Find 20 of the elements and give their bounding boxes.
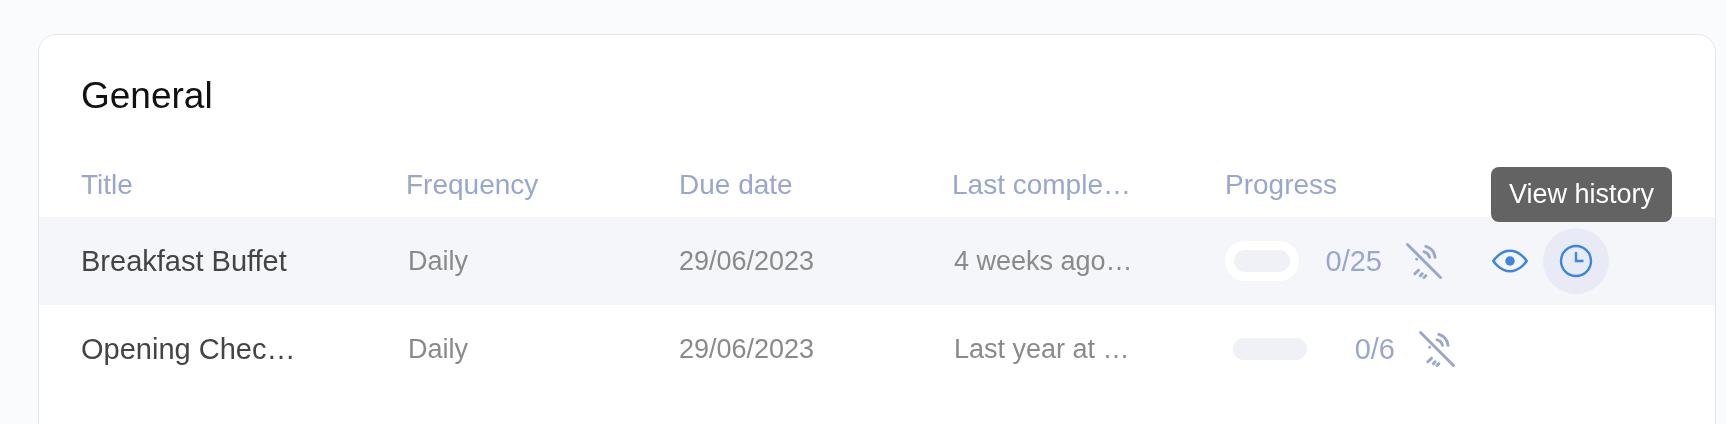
column-header: Frequency [406,169,539,201]
table-row[interactable]: Opening Chec… Daily 29/06/2023 Last year at … 0/6 [39,305,1715,393]
last-completed-cell: 4 weeks ago… [954,245,1133,277]
tooltip: View history [1491,167,1673,222]
progress-count: 0/6 [1353,332,1395,366]
task-title: Opening Chec… [81,332,296,366]
last-completed-cell: Last year at … [954,333,1130,365]
frequency-cell: Daily [408,245,468,277]
column-header: Last comple… [952,169,1131,201]
frequency-cell: Daily [408,333,468,365]
table-row[interactable]: Breakfast Buffet Daily 29/06/2023 4 weeks ago… 0/25 [39,217,1715,305]
column-header: Title [81,169,133,201]
section-title: General [81,75,213,117]
clock-icon [1558,243,1594,279]
due-date-cell: 29/06/2023 [679,245,815,277]
column-header: Progress [1225,169,1338,201]
task-title: Breakfast Buffet [81,244,287,278]
due-date-cell: 29/06/2023 [679,333,815,365]
column-header: Due date [679,169,793,201]
progress-count: 0/25 [1324,244,1382,278]
